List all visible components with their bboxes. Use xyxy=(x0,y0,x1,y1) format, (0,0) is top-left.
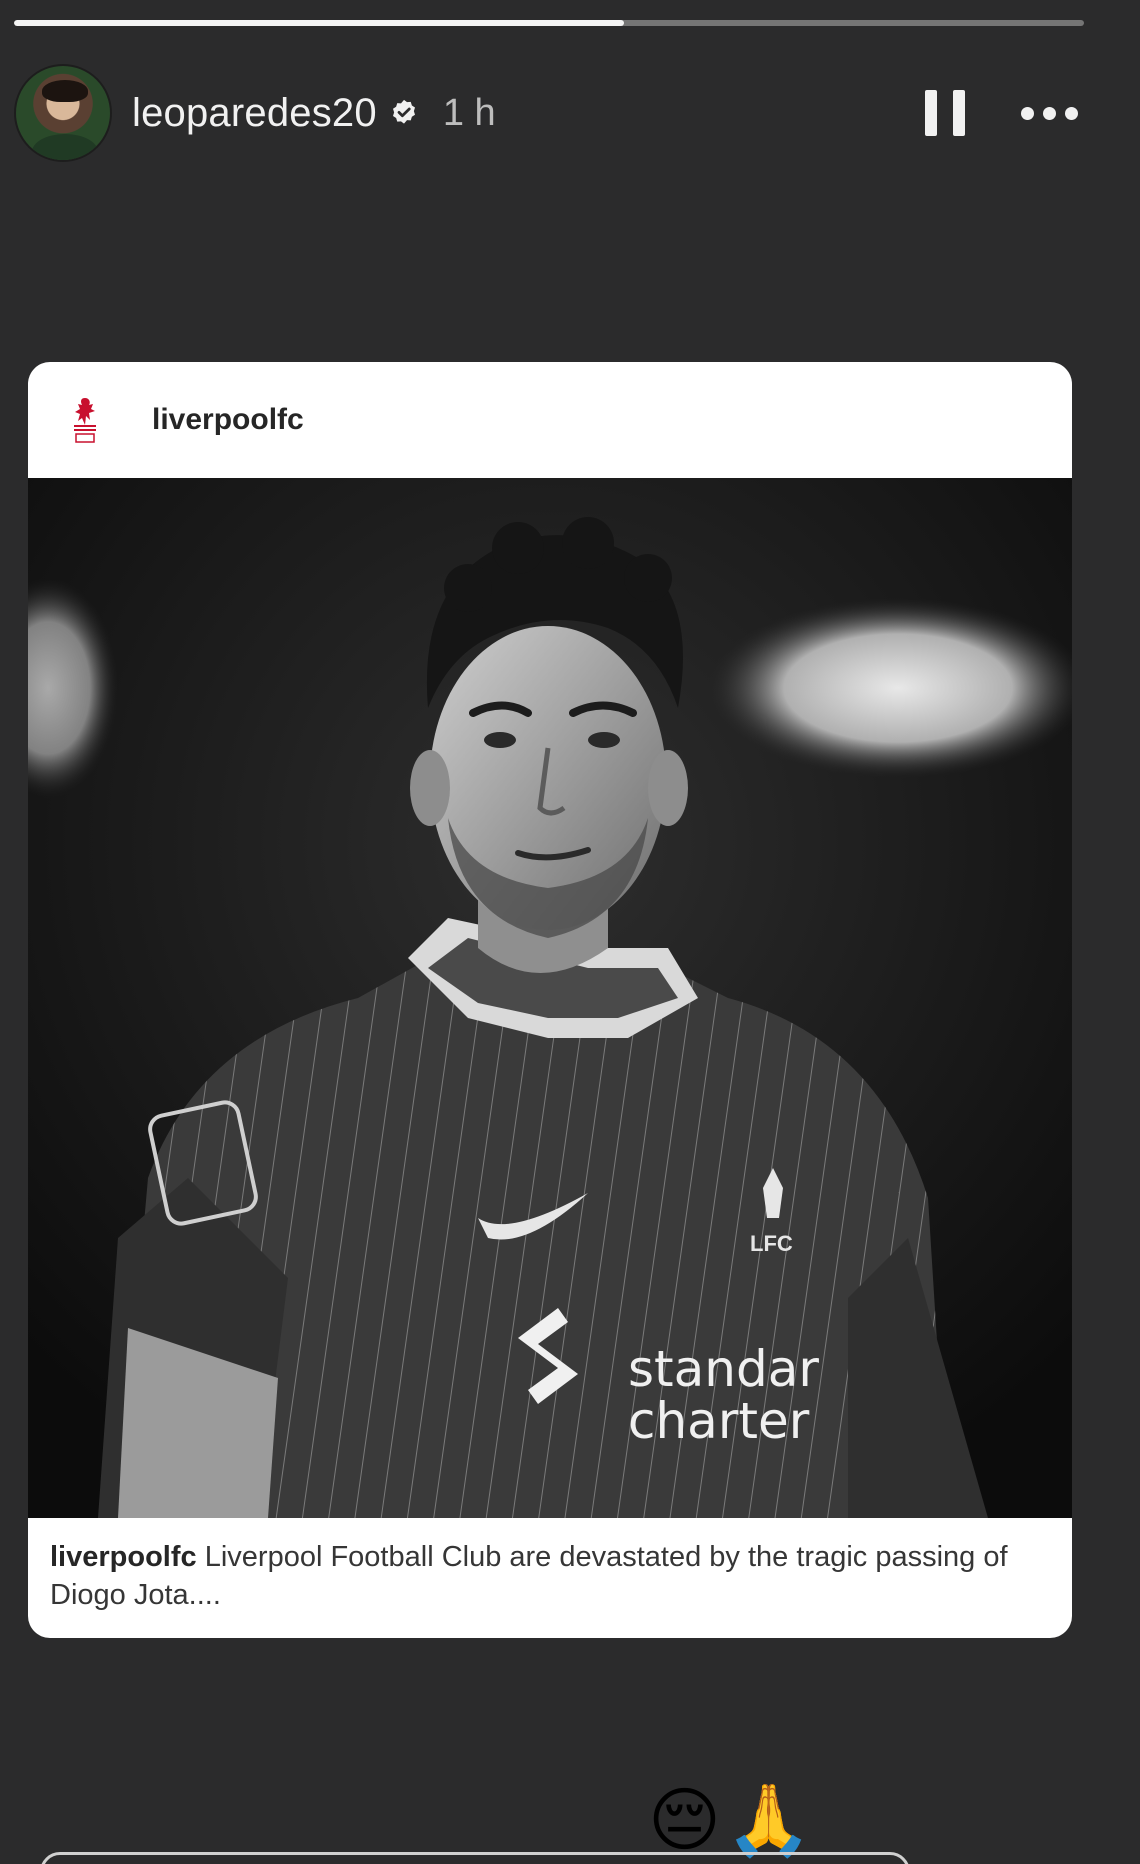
verified-badge-icon xyxy=(387,96,421,130)
shared-post-caption: liverpoolfc Liverpool Football Club are … xyxy=(28,1518,1072,1614)
story-viewer: leoparedes20 1 h liverpoolfc standar cha… xyxy=(0,0,1140,1864)
story-progress-bar xyxy=(14,20,1084,26)
post-time: 1 h xyxy=(442,91,496,134)
reply-input[interactable] xyxy=(40,1852,910,1864)
shared-post-card[interactable]: liverpoolfc standar charter LFC liverpoo… xyxy=(28,362,1072,1638)
shared-post-username[interactable]: liverpoolfc xyxy=(152,403,304,437)
reaction-emojis: 😔🙏 xyxy=(648,1780,816,1860)
author-username[interactable]: leoparedes20 xyxy=(132,91,377,136)
sponsor-text: standar charter xyxy=(628,1343,819,1447)
shirt-crest-text: LFC xyxy=(750,1231,793,1256)
folded-hands-emoji: 🙏 xyxy=(724,1781,817,1859)
avatar[interactable] xyxy=(14,64,112,162)
sponsor-line-2: charter xyxy=(628,1392,810,1450)
more-options-icon[interactable] xyxy=(1021,106,1078,120)
pause-icon[interactable] xyxy=(925,90,965,136)
story-progress-fill xyxy=(14,20,624,26)
shared-post-header: liverpoolfc xyxy=(28,362,1072,478)
story-header: leoparedes20 1 h xyxy=(14,58,1100,168)
player-photo-illustration xyxy=(28,478,1072,1518)
liverpool-logo-icon xyxy=(74,398,96,443)
sponsor-line-1: standar xyxy=(628,1340,819,1398)
player-photo: standar charter LFC xyxy=(28,478,1072,1518)
pensive-face-emoji: 😔 xyxy=(648,1781,725,1859)
caption-username[interactable]: liverpoolfc xyxy=(50,1541,197,1573)
